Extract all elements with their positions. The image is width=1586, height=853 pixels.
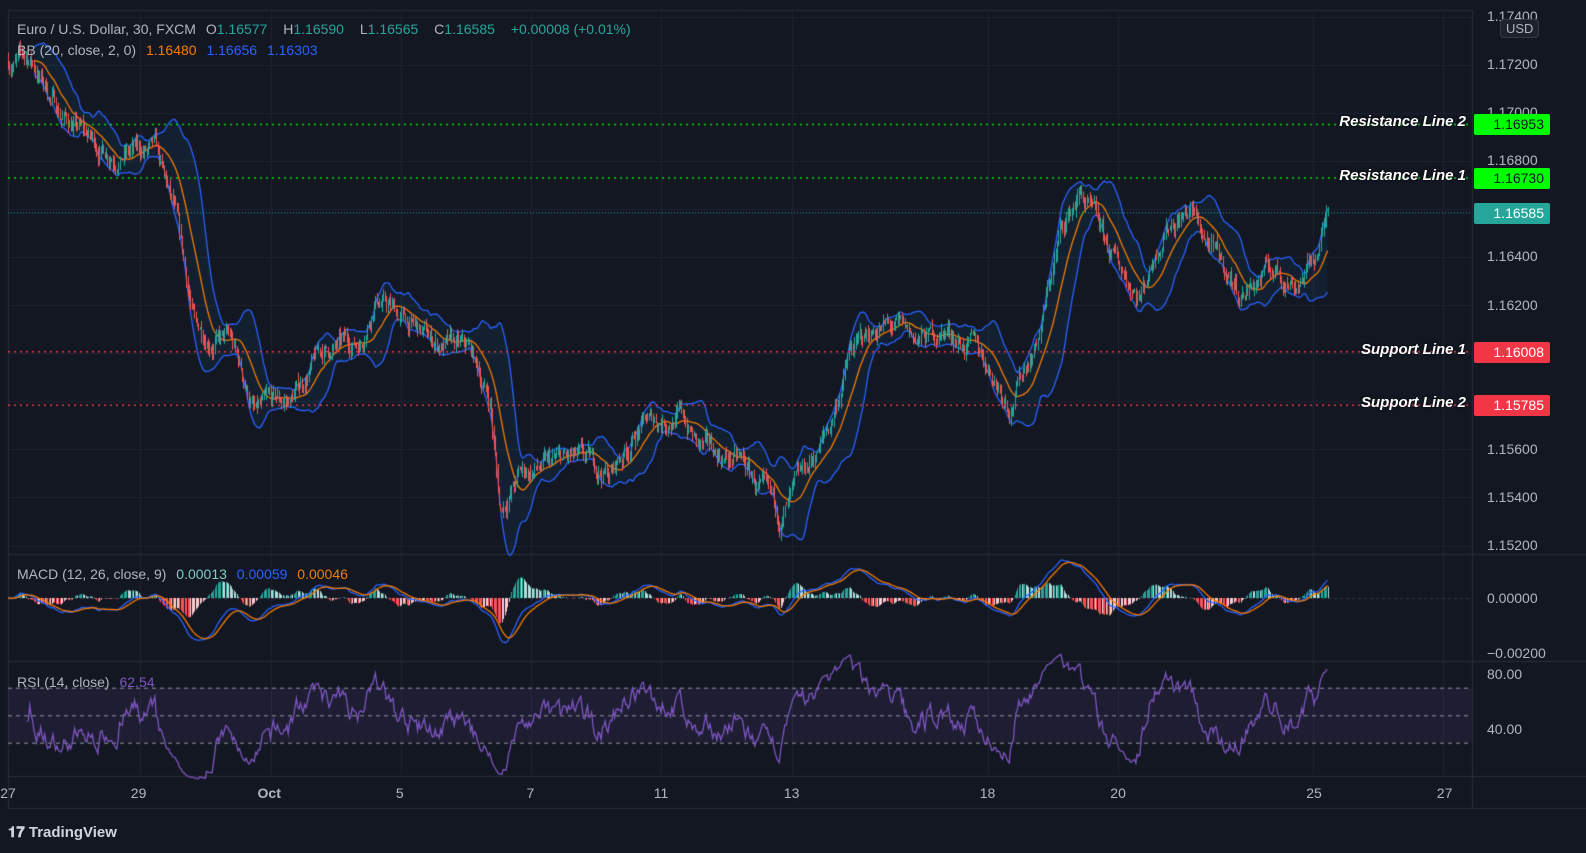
price-axis-label: 1.16200 xyxy=(1487,296,1538,313)
bb-legend[interactable]: BB (20, close, 2, 0) 1.16480 1.16656 1.1… xyxy=(17,42,324,58)
bb-lower: 1.16303 xyxy=(266,42,318,58)
rsi-label: RSI (14, close) xyxy=(17,674,110,690)
close-label: C xyxy=(434,21,445,37)
level-label[interactable]: Resistance Line 2 xyxy=(1339,113,1466,130)
open-value: 1.16577 xyxy=(216,21,268,37)
macd-label: MACD (12, 26, close, 9) xyxy=(17,566,167,582)
price-axis-label: 1.15600 xyxy=(1487,440,1538,457)
close-value: 1.16585 xyxy=(444,21,495,37)
currency-button[interactable]: USD xyxy=(1500,19,1540,38)
time-axis-label: Oct xyxy=(257,785,281,801)
symbol-legend: Euro / U.S. Dollar, 30, FXCM O1.16577 H1… xyxy=(17,21,637,37)
branding-text: TradingView xyxy=(28,824,117,841)
level-label[interactable]: Support Line 2 xyxy=(1361,394,1466,411)
high-value: 1.16590 xyxy=(293,21,344,37)
macd-axis-label: −0.00200 xyxy=(1487,645,1546,661)
price-axis-label: 1.15400 xyxy=(1487,488,1538,505)
time-axis-label: 11 xyxy=(653,785,669,801)
bb-label: BB (20, close, 2, 0) xyxy=(17,42,137,58)
price-axis-label: 1.15200 xyxy=(1487,537,1538,553)
open-label: O xyxy=(205,21,217,37)
low-label: L xyxy=(359,21,368,37)
level-price-tag: 1.16730 xyxy=(1474,168,1550,190)
symbol-title: Euro / U.S. Dollar, 30, FXCM xyxy=(17,21,196,37)
level-price-tag: 1.16008 xyxy=(1474,341,1550,363)
macd-axis-label: 0.00000 xyxy=(1487,590,1538,606)
time-axis-label: 18 xyxy=(979,785,996,801)
macd-hist-value: 0.00013 xyxy=(176,566,227,582)
macd-value: 0.00059 xyxy=(236,566,288,582)
rsi-legend[interactable]: RSI (14, close) 62.54 xyxy=(17,674,161,690)
time-axis-label: 5 xyxy=(395,785,404,801)
time-axis-label: 29 xyxy=(130,785,147,801)
level-label[interactable]: Resistance Line 1 xyxy=(1339,167,1466,184)
time-axis-label: 27 xyxy=(1436,785,1453,801)
time-axis-label: 25 xyxy=(1306,785,1322,801)
price-axis-label: 1.16400 xyxy=(1487,248,1538,265)
level-price-tag: 1.15785 xyxy=(1474,395,1550,417)
time-axis-label: 20 xyxy=(1110,785,1126,801)
tradingview-logo[interactable]: 𝟏𝟕 TradingView xyxy=(8,824,117,841)
level-label[interactable]: Support Line 1 xyxy=(1361,341,1466,358)
rsi-value: 62.54 xyxy=(119,674,155,690)
rsi-axis-label: 80.00 xyxy=(1487,666,1523,682)
level-price-tag: 1.16953 xyxy=(1474,114,1550,136)
price-axis-label: 1.16800 xyxy=(1487,152,1538,169)
rsi-axis-label: 40.00 xyxy=(1487,721,1523,737)
low-value: 1.16565 xyxy=(367,21,419,37)
change-value: +0.00008 (+0.01%) xyxy=(510,21,631,37)
bb-basis: 1.16480 xyxy=(145,42,197,58)
macd-signal-value: 0.00046 xyxy=(297,566,348,582)
macd-legend[interactable]: MACD (12, 26, close, 9) 0.00013 0.00059 … xyxy=(17,566,354,582)
tradingview-icon: 𝟏𝟕 xyxy=(8,824,29,841)
price-axis-label: 1.17200 xyxy=(1487,56,1538,72)
last-price-tag: 1.16585 xyxy=(1474,203,1550,224)
time-axis-label: 13 xyxy=(783,785,800,801)
high-label: H xyxy=(283,21,294,37)
time-axis-label: 27 xyxy=(0,785,16,801)
bb-upper: 1.16656 xyxy=(206,42,258,58)
time-axis-label: 7 xyxy=(526,785,535,801)
